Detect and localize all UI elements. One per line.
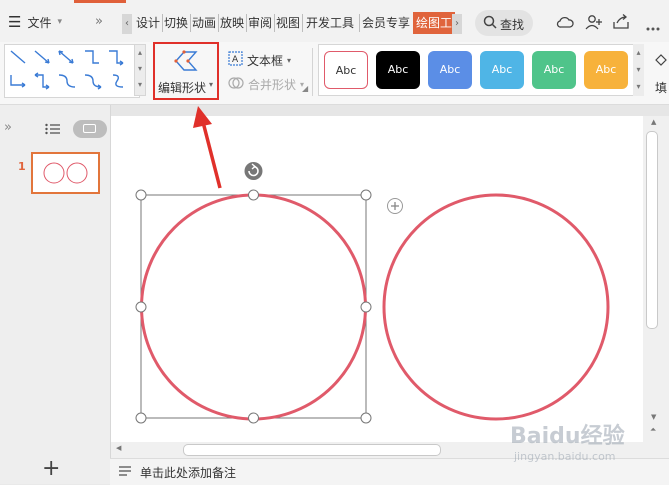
notes-icon [118,465,132,480]
annotation-arrow [193,106,222,189]
vertical-scroll-thumb[interactable] [646,131,658,329]
shapes-layer [135,106,610,424]
scroll-left-icon[interactable]: ◀ [116,444,121,452]
circle-shape[interactable] [382,193,610,421]
add-element-icon[interactable] [387,198,403,214]
watermark-brand: Baidu经验 [510,424,625,449]
rotate-handle-icon[interactable] [244,162,263,180]
circle-shape-selected[interactable] [140,193,367,421]
baidu-watermark: Baidu经验 jingyan.baidu.com [510,418,660,468]
watermark-url: jingyan.baidu.com [514,450,616,463]
notes-placeholder[interactable]: 单击此处添加备注 [140,464,236,481]
resize-handles[interactable] [135,189,372,424]
horizontal-scroll-thumb[interactable] [183,444,441,456]
scroll-up-icon[interactable]: ▲ [651,118,656,126]
